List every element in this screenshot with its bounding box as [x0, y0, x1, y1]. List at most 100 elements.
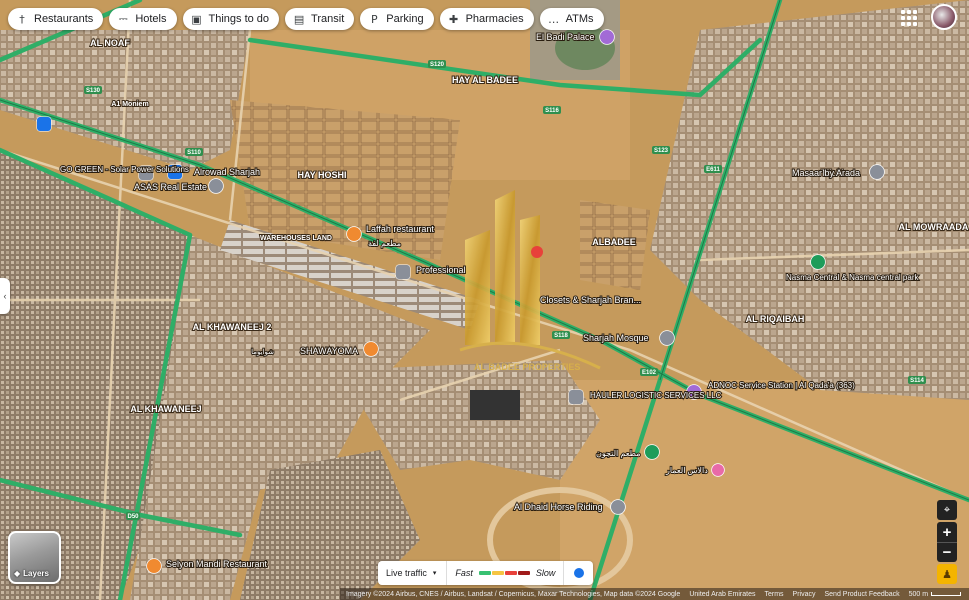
chip-pharmacies[interactable]: ✚ Pharmacies [439, 8, 534, 30]
apps-grid-icon[interactable] [899, 8, 917, 26]
place-label: Al Dhaid Horse Riding [514, 502, 603, 512]
place-label: مطعم التجون [596, 449, 641, 458]
chip-hotels[interactable]: ⎓ Hotels [109, 8, 177, 30]
scale-bar: 500 m [908, 590, 962, 598]
route-shield: S120 [428, 60, 446, 68]
area-label: AL KHAWANEEJ [130, 404, 201, 414]
chevron-down-icon: ▾ [432, 570, 437, 577]
chip-label: Parking [386, 13, 424, 25]
svg-text:S118: S118 [554, 333, 568, 339]
svg-text:S123: S123 [654, 148, 669, 154]
svg-text:E611: E611 [706, 167, 720, 173]
satellite-map[interactable]: AL BADEE PROPERTIES AL NOAF HAY AL BADEE… [0, 0, 969, 600]
area-label: AL RIQAIBAH [746, 314, 805, 324]
zoom-in-button[interactable]: + [937, 522, 957, 542]
avatar[interactable] [931, 4, 957, 30]
parking-icon: P [370, 12, 378, 26]
attribution-text: Imagery ©2024 Airbus, CNES / Airbus, Lan… [346, 590, 681, 598]
restaurant-icon [346, 226, 362, 242]
privacy-link[interactable]: Privacy [793, 591, 816, 598]
watermark-text: AL BADEE PROPERTIES [474, 362, 580, 372]
palace-icon [599, 29, 615, 45]
street-view-pegman-icon[interactable]: ♟ [937, 564, 957, 584]
category-chips: † Restaurants ⎓ Hotels ▣ Things to do ▤ Tran… [8, 8, 604, 30]
transit-icon: ▤ [293, 12, 305, 26]
place-label: ASAS Real Estate [134, 182, 207, 192]
svg-text:S114: S114 [910, 378, 924, 384]
area-label: A1 Moniem [111, 101, 148, 108]
route-shield: E611 [704, 165, 722, 173]
area-label: HAY HOSHI [297, 170, 346, 180]
pin-icon [208, 178, 224, 194]
traffic-panel: Live traffic ▾ Fast Slow [378, 561, 594, 585]
place-label: HAULER LOGISTIC SERVICES LLC [590, 391, 722, 400]
place-label: Masaar by Arada [792, 168, 860, 178]
chip-restaurants[interactable]: † Restaurants [8, 8, 104, 30]
area-label: HAY AL BADEE [452, 75, 518, 85]
place-label: Laffah restaurant [366, 224, 434, 234]
svg-text:S120: S120 [430, 62, 445, 68]
traffic-toggle[interactable] [563, 561, 593, 585]
svg-text:E102: E102 [642, 370, 657, 376]
my-location-button[interactable]: ⌖ [937, 500, 957, 520]
traffic-fast-label: Fast [455, 568, 473, 578]
traffic-dot-icon [573, 568, 584, 578]
camera-icon: ▣ [191, 12, 202, 26]
layers-button[interactable]: ◆ Layers [8, 531, 61, 584]
route-shield: S114 [908, 376, 926, 384]
chip-parking[interactable]: P Parking [360, 8, 434, 30]
traffic-legend: Fast Slow [447, 568, 563, 578]
zoom-out-button[interactable]: − [937, 542, 957, 562]
shop-icon [568, 389, 584, 405]
chip-label: Pharmacies [465, 13, 524, 25]
layers-label-group: ◆ Layers [14, 569, 49, 578]
traffic-slow-label: Slow [535, 568, 556, 578]
park-icon [810, 254, 826, 270]
area-label: WAREHOUSES LAND [260, 235, 332, 242]
area-label: AL MOWRAADA 1 [899, 222, 969, 232]
chip-label: Restaurants [34, 13, 94, 25]
traffic-scale-bar [478, 571, 530, 575]
restaurant-icon [363, 341, 379, 357]
region-text: United Arab Emirates [689, 590, 756, 598]
area-label: AL KHAWANEEJ 2 [193, 322, 272, 332]
route-shield: S118 [552, 331, 570, 339]
live-traffic-label: Live traffic [386, 568, 427, 578]
route-shield: S110 [185, 148, 203, 156]
chip-label: Transit [311, 13, 345, 25]
place-label: Closets & Sharjah Bran... [540, 295, 641, 305]
chip-things-to-do[interactable]: ▣ Things to do [182, 8, 280, 30]
pin-icon [869, 164, 885, 180]
route-shield: S116 [543, 106, 561, 114]
place-label: Alrowad Sharjah [194, 167, 260, 177]
map-footer: Imagery ©2024 Airbus, CNES / Airbus, Lan… [340, 588, 969, 600]
place-label: Nasma Central & Nasma central park [786, 273, 919, 282]
route-shield: D50 [126, 512, 140, 520]
place-label: El Badi Palace [536, 32, 595, 42]
scale-label: 500 m [908, 590, 929, 598]
collapse-panel-chevron-icon[interactable]: ‹ [0, 278, 10, 314]
svg-text:S130: S130 [86, 88, 101, 94]
place-label: Sharjah Mosque [583, 333, 649, 343]
layers-label: Layers [23, 569, 49, 578]
chip-atms[interactable]: … ATMs [539, 8, 604, 30]
live-traffic-select[interactable]: Live traffic ▾ [378, 561, 448, 585]
svg-text:D50: D50 [127, 514, 139, 520]
zoom-controls: + − [937, 522, 957, 562]
chip-label: Things to do [208, 13, 270, 25]
store-icon [711, 463, 725, 477]
feedback-link[interactable]: Send Product Feedback [825, 591, 900, 598]
pharmacy-icon: ✚ [448, 12, 459, 26]
place-label: ADNOC Service Station | Al Qada'a (363) [708, 381, 855, 390]
chip-label: ATMs [565, 13, 594, 25]
place-label: GO GREEN - Solar Power Solutions [60, 165, 189, 174]
fork-knife-icon: † [19, 12, 25, 26]
pin-icon [610, 499, 626, 515]
place-label: دالاس العمار [665, 466, 708, 475]
place-label: Professional [416, 265, 466, 275]
location-pin-icon [531, 246, 543, 258]
route-shield: S123 [652, 146, 670, 154]
terms-link[interactable]: Terms [764, 591, 783, 598]
chip-label: Hotels [135, 13, 167, 25]
chip-transit[interactable]: ▤ Transit [285, 8, 355, 30]
